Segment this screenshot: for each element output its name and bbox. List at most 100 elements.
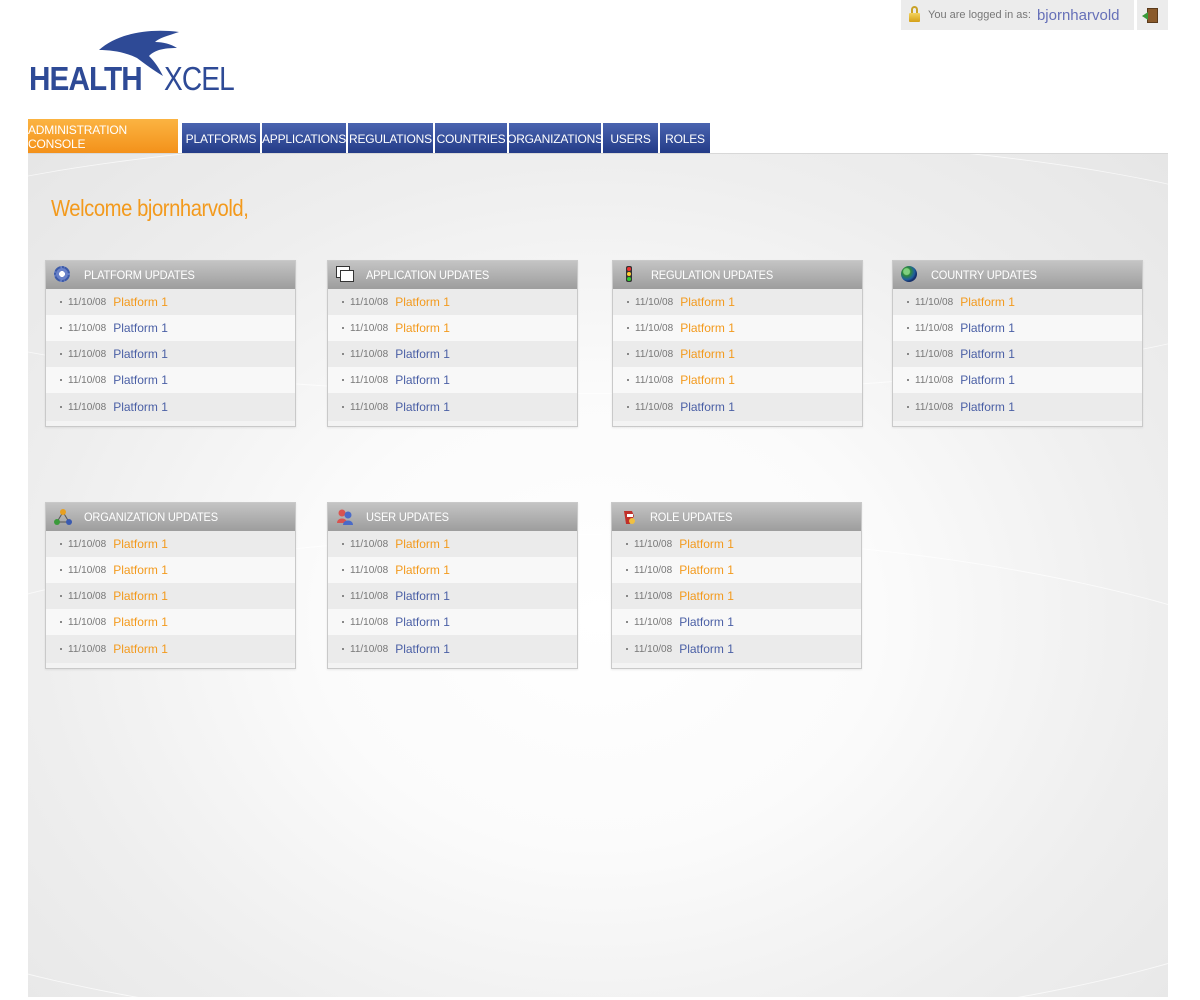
item-link[interactable]: Platform 1 — [680, 400, 735, 414]
list-item[interactable]: 11/10/08 Platform 1 — [46, 315, 295, 341]
item-link[interactable]: Platform 1 — [679, 615, 734, 629]
item-link[interactable]: Platform 1 — [113, 563, 168, 577]
list-item[interactable]: 11/10/08 Platform 1 — [46, 583, 295, 609]
item-link[interactable]: Platform 1 — [395, 615, 450, 629]
list-item[interactable]: 11/10/08 Platform 1 — [893, 315, 1142, 341]
list-item[interactable]: 11/10/08 Platform 1 — [893, 289, 1142, 315]
bullet — [907, 379, 909, 381]
panel-title: COUNTRY UPDATES — [931, 268, 1037, 282]
gear-icon — [54, 266, 72, 284]
tab-countries[interactable]: COUNTRIES — [435, 123, 507, 154]
tab-applications[interactable]: APPLICATIONS — [262, 123, 346, 154]
list-item[interactable]: 11/10/08 Platform 1 — [328, 557, 577, 583]
list-item[interactable]: 11/10/08 Platform 1 — [328, 583, 577, 609]
tab-users[interactable]: USERS — [603, 123, 658, 154]
list-item[interactable]: 11/10/08 Platform 1 — [46, 531, 295, 557]
list-item[interactable]: 11/10/08 Platform 1 — [893, 393, 1142, 421]
logged-in-username[interactable]: bjornharvold — [1037, 7, 1120, 24]
list-item[interactable]: 11/10/08 Platform 1 — [612, 609, 861, 635]
item-link[interactable]: Platform 1 — [113, 400, 168, 414]
item-link[interactable]: Platform 1 — [960, 347, 1015, 361]
list-item[interactable]: 11/10/08 Platform 1 — [893, 367, 1142, 393]
item-link[interactable]: Platform 1 — [395, 563, 450, 577]
item-link[interactable]: Platform 1 — [395, 347, 450, 361]
list-item[interactable]: 11/10/08 Platform 1 — [328, 315, 577, 341]
list-item[interactable]: 11/10/08 Platform 1 — [46, 557, 295, 583]
item-date: 11/10/08 — [350, 374, 389, 386]
item-link[interactable]: Platform 1 — [680, 295, 735, 309]
item-link[interactable]: Platform 1 — [113, 589, 168, 603]
item-date: 11/10/08 — [350, 643, 389, 655]
bullet — [907, 327, 909, 329]
item-link[interactable]: Platform 1 — [395, 589, 450, 603]
item-date: 11/10/08 — [915, 348, 954, 360]
item-link[interactable]: Platform 1 — [113, 295, 168, 309]
item-date: 11/10/08 — [635, 374, 674, 386]
list-item[interactable]: 11/10/08 Platform 1 — [46, 367, 295, 393]
list-item[interactable]: 11/10/08 Platform 1 — [328, 531, 577, 557]
organization-updates-panel: ORGANIZATION UPDATES 11/10/08 Platform 1 … — [45, 502, 296, 669]
list-item[interactable]: 11/10/08 Platform 1 — [612, 583, 861, 609]
item-link[interactable]: Platform 1 — [960, 321, 1015, 335]
item-link[interactable]: Platform 1 — [113, 537, 168, 551]
list-item[interactable]: 11/10/08 Platform 1 — [612, 635, 861, 663]
item-link[interactable]: Platform 1 — [679, 563, 734, 577]
item-link[interactable]: Platform 1 — [679, 589, 734, 603]
tab-administration-console[interactable]: ADMINISTRATION CONSOLE — [28, 119, 178, 154]
tab-label: REGULATIONS — [349, 131, 432, 146]
item-link[interactable]: Platform 1 — [680, 321, 735, 335]
item-link[interactable]: Platform 1 — [679, 537, 734, 551]
list-item[interactable]: 11/10/08 Platform 1 — [612, 557, 861, 583]
item-link[interactable]: Platform 1 — [113, 321, 168, 335]
item-link[interactable]: Platform 1 — [395, 295, 450, 309]
list-item[interactable]: 11/10/08 Platform 1 — [328, 341, 577, 367]
update-list: 11/10/08 Platform 1 11/10/08 Platform 1 11… — [328, 531, 577, 663]
item-link[interactable]: Platform 1 — [395, 400, 450, 414]
item-link[interactable]: Platform 1 — [680, 347, 735, 361]
item-link[interactable]: Platform 1 — [113, 615, 168, 629]
main-nav: ADMINISTRATION CONSOLE PLATFORMS APPLICA… — [28, 119, 712, 154]
item-link[interactable]: Platform 1 — [395, 321, 450, 335]
list-item[interactable]: 11/10/08 Platform 1 — [612, 531, 861, 557]
list-item[interactable]: 11/10/08 Platform 1 — [613, 367, 862, 393]
panel-title: PLATFORM UPDATES — [84, 268, 195, 282]
list-item[interactable]: 11/10/08 Platform 1 — [613, 289, 862, 315]
item-link[interactable]: Platform 1 — [395, 373, 450, 387]
item-link[interactable]: Platform 1 — [395, 642, 450, 656]
list-item[interactable]: 11/10/08 Platform 1 — [46, 609, 295, 635]
bullet — [627, 327, 629, 329]
list-item[interactable]: 11/10/08 Platform 1 — [46, 341, 295, 367]
list-item[interactable]: 11/10/08 Platform 1 — [613, 393, 862, 421]
list-item[interactable]: 11/10/08 Platform 1 — [328, 367, 577, 393]
item-link[interactable]: Platform 1 — [960, 400, 1015, 414]
item-link[interactable]: Platform 1 — [395, 537, 450, 551]
list-item[interactable]: 11/10/08 Platform 1 — [46, 393, 295, 421]
tab-roles[interactable]: ROLES — [660, 123, 710, 154]
item-link[interactable]: Platform 1 — [679, 642, 734, 656]
tab-regulations[interactable]: REGULATIONS — [348, 123, 433, 154]
tab-organizations[interactable]: ORGANIZATIONS — [507, 123, 603, 154]
item-link[interactable]: Platform 1 — [960, 295, 1015, 309]
list-item[interactable]: 11/10/08 Platform 1 — [328, 289, 577, 315]
list-item[interactable]: 11/10/08 Platform 1 — [46, 635, 295, 663]
list-item[interactable]: 11/10/08 Platform 1 — [328, 393, 577, 421]
item-link[interactable]: Platform 1 — [113, 642, 168, 656]
item-date: 11/10/08 — [634, 643, 673, 655]
list-item[interactable]: 11/10/08 Platform 1 — [893, 341, 1142, 367]
item-date: 11/10/08 — [915, 374, 954, 386]
list-item[interactable]: 11/10/08 Platform 1 — [613, 341, 862, 367]
item-link[interactable]: Platform 1 — [960, 373, 1015, 387]
item-link[interactable]: Platform 1 — [113, 347, 168, 361]
item-link[interactable]: Platform 1 — [680, 373, 735, 387]
list-item[interactable]: 11/10/08 Platform 1 — [613, 315, 862, 341]
list-item[interactable]: 11/10/08 Platform 1 — [328, 609, 577, 635]
healthxcel-logo[interactable]: HEALTH XCEL — [29, 28, 235, 98]
item-link[interactable]: Platform 1 — [113, 373, 168, 387]
list-item[interactable]: 11/10/08 Platform 1 — [328, 635, 577, 663]
logout-button[interactable] — [1137, 0, 1168, 30]
bullet — [60, 569, 62, 571]
logout-door-icon — [1142, 7, 1158, 23]
list-item[interactable]: 11/10/08 Platform 1 — [46, 289, 295, 315]
tab-platforms[interactable]: PLATFORMS — [182, 123, 260, 154]
item-date: 11/10/08 — [68, 564, 107, 576]
